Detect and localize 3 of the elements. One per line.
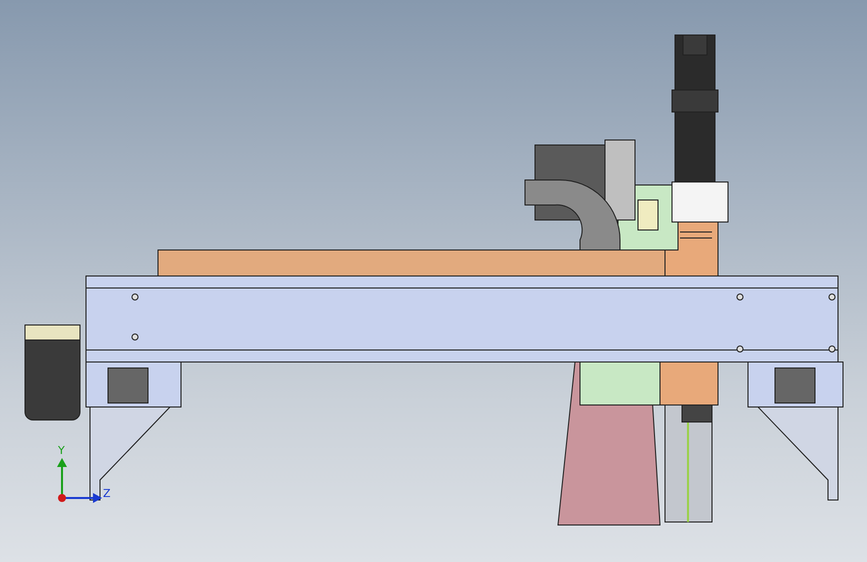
z-axis-label: Z: [103, 487, 111, 500]
y-axis-label: Y: [58, 444, 65, 457]
origin-dot: [58, 494, 66, 502]
